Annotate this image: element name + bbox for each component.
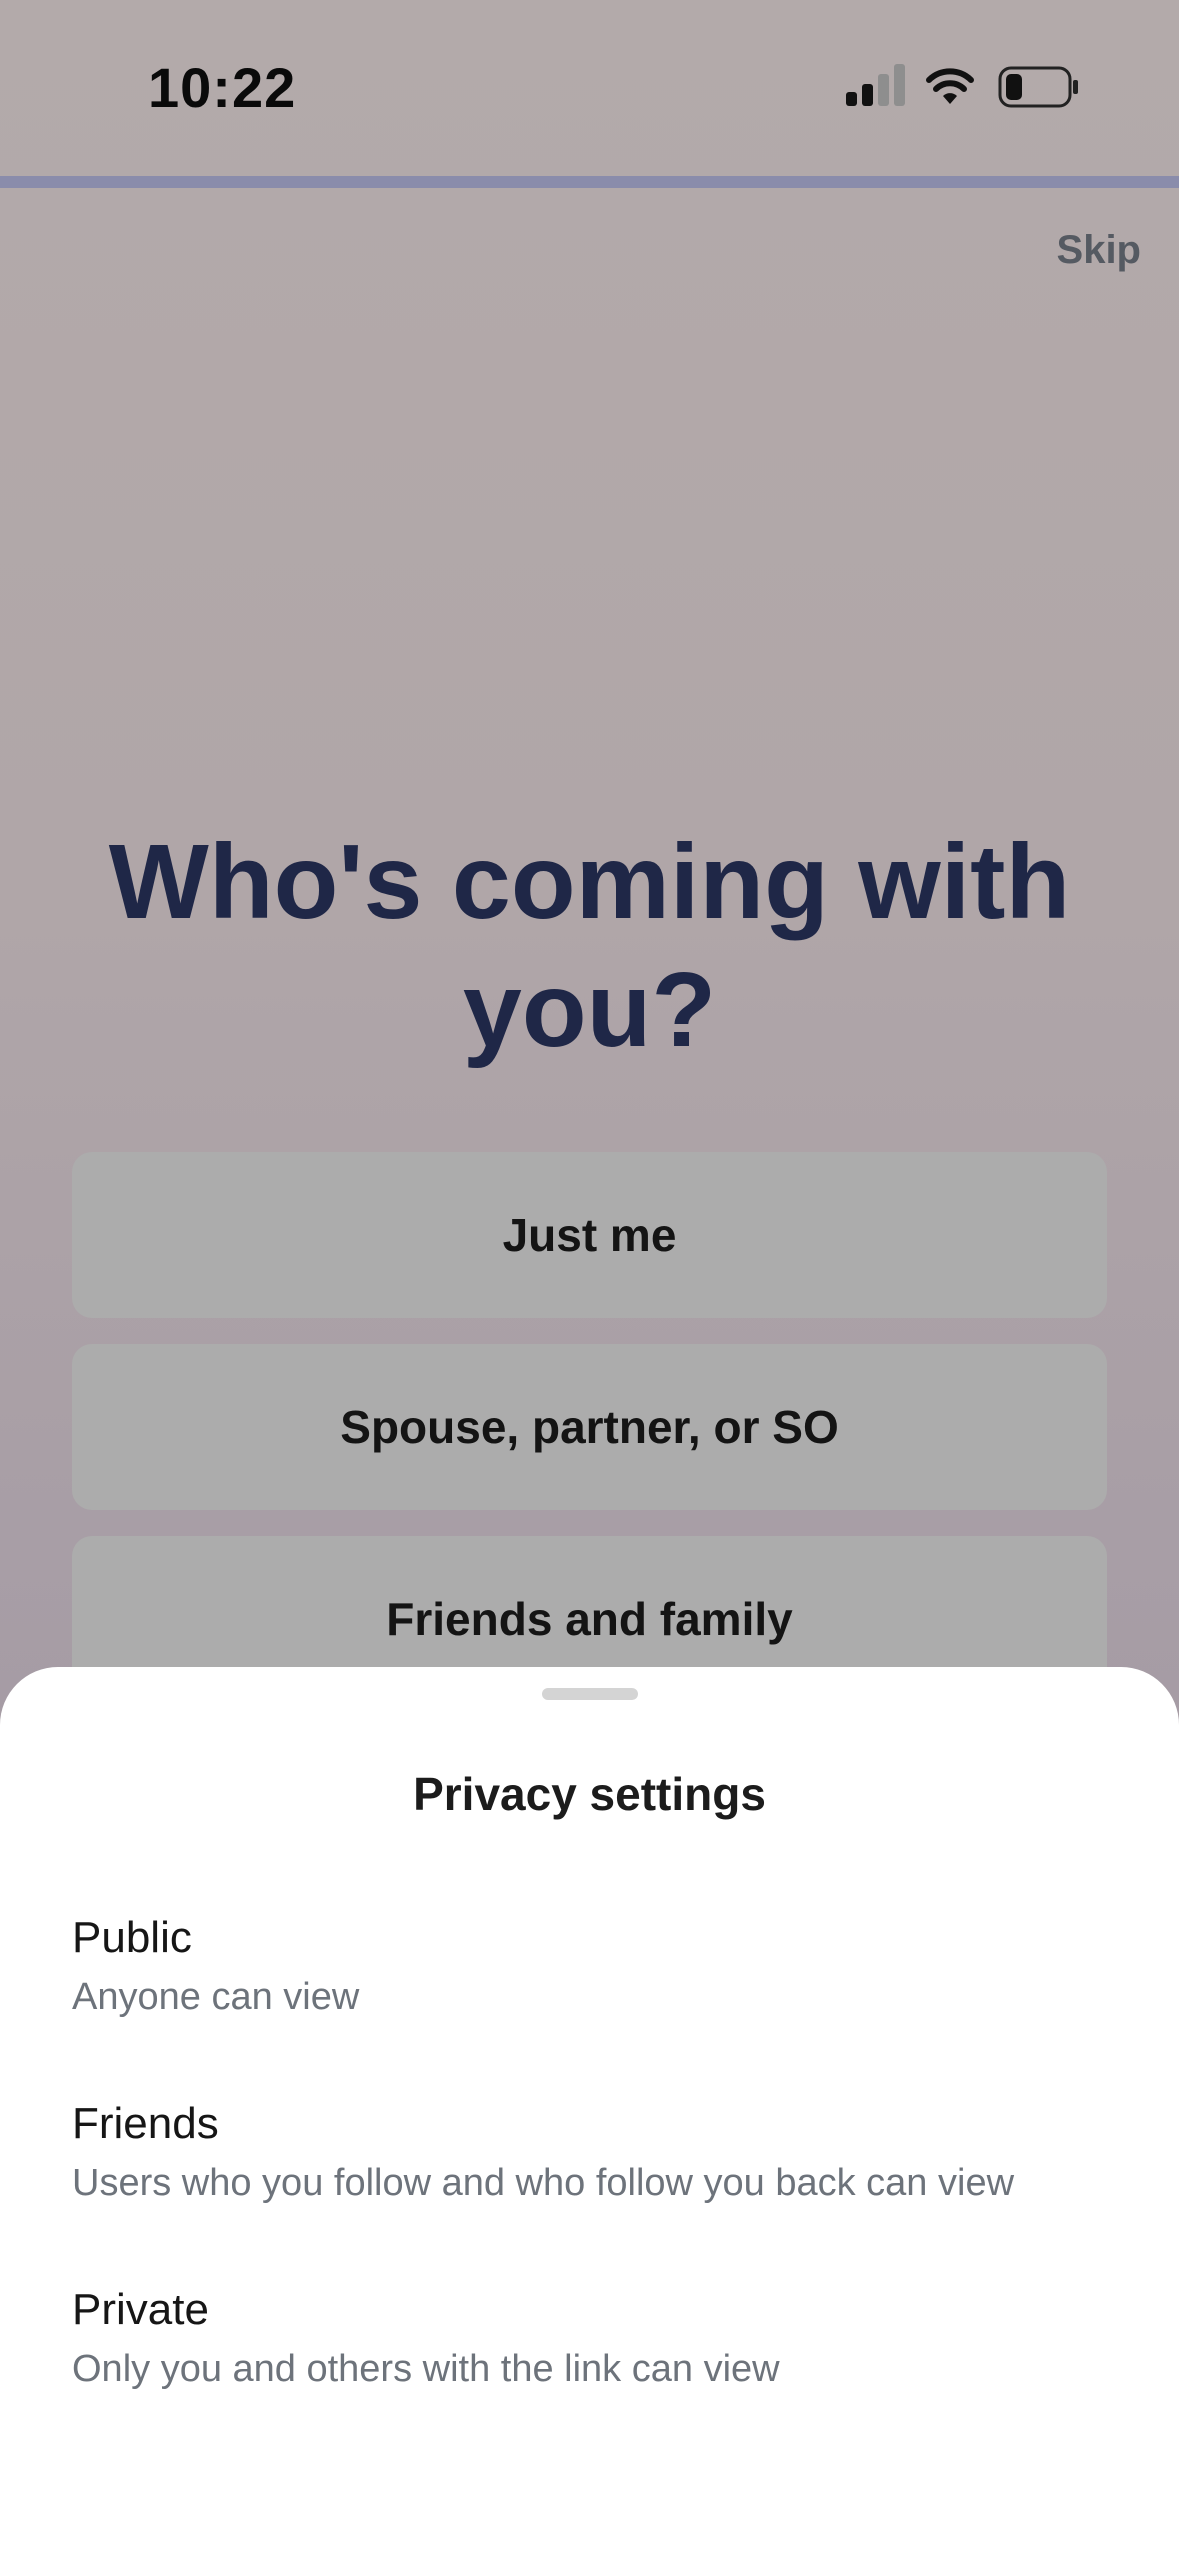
battery-icon: [998, 66, 1078, 108]
status-time: 10:22: [148, 56, 297, 119]
privacy-option-description: Only you and others with the link can vi…: [72, 2348, 780, 2390]
option-spouse-partner[interactable]: Spouse, partner, or SO: [72, 1344, 1107, 1510]
page-title: Who's coming with you?: [108, 823, 1071, 1069]
status-bar: 10:22: [0, 0, 1179, 175]
privacy-option-private[interactable]: Private Only you and others with the lin…: [72, 2282, 1132, 2396]
option-just-me[interactable]: Just me: [72, 1152, 1107, 1318]
skip-button[interactable]: Skip: [1057, 228, 1141, 273]
privacy-option-title: Private: [72, 2285, 209, 2334]
cellular-signal-icon: [846, 64, 905, 106]
privacy-option-friends[interactable]: Friends Users who you follow and who fol…: [72, 2096, 1132, 2210]
sheet-title: Privacy settings: [413, 1768, 766, 1820]
privacy-option-description: Users who you follow and who follow you …: [72, 2162, 1015, 2204]
progress-fill: [0, 176, 1179, 188]
onboarding-progress-bar: [0, 176, 1179, 188]
privacy-option-title: Friends: [72, 2099, 219, 2148]
privacy-option-title: Public: [72, 1913, 192, 1962]
privacy-option-public[interactable]: Public Anyone can view: [72, 1910, 1132, 2024]
sheet-grabber[interactable]: [542, 1688, 638, 1700]
privacy-option-description: Anyone can view: [72, 1976, 360, 2018]
privacy-settings-sheet: Privacy settings Public Anyone can view …: [0, 1667, 1179, 2556]
wifi-icon: [926, 68, 974, 104]
